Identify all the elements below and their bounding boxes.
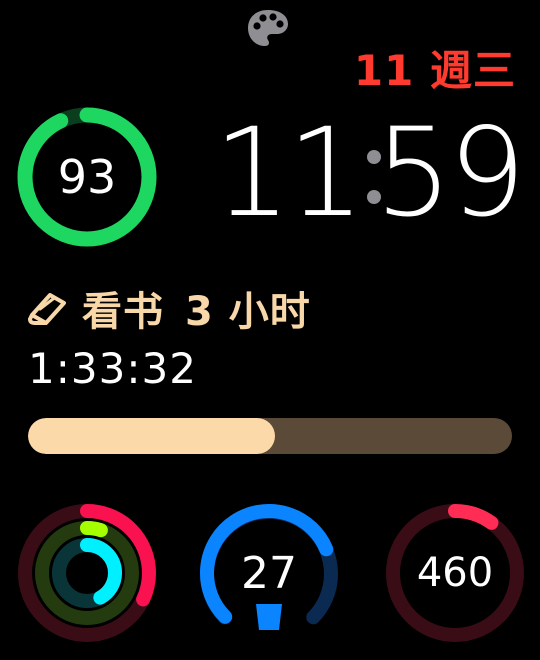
palette-icon[interactable] [246,8,290,48]
task-title: 看书 3 小时 [82,279,311,337]
task-progress-fill [28,418,275,454]
activity-rings[interactable] [16,502,158,644]
task-name: 看书 [82,289,164,335]
time-minutes: 59 [374,102,526,244]
task-header[interactable]: 看书 3 小时 [26,279,311,337]
book-icon [28,293,66,325]
task-goal-unit: 小时 [228,289,311,335]
battery-value: 93 [57,150,117,204]
task-goal-number: 3 [184,289,214,335]
date-label[interactable]: 11 週三 [354,50,516,92]
task-progress-bar [28,418,512,454]
elapsed-time: 1:33:32 [28,344,197,393]
stand-gauge-value: 27 [241,547,297,599]
calorie-value: 460 [416,550,494,596]
time-hours: 11 [213,102,365,244]
clock-time: 11 59 [214,102,527,244]
